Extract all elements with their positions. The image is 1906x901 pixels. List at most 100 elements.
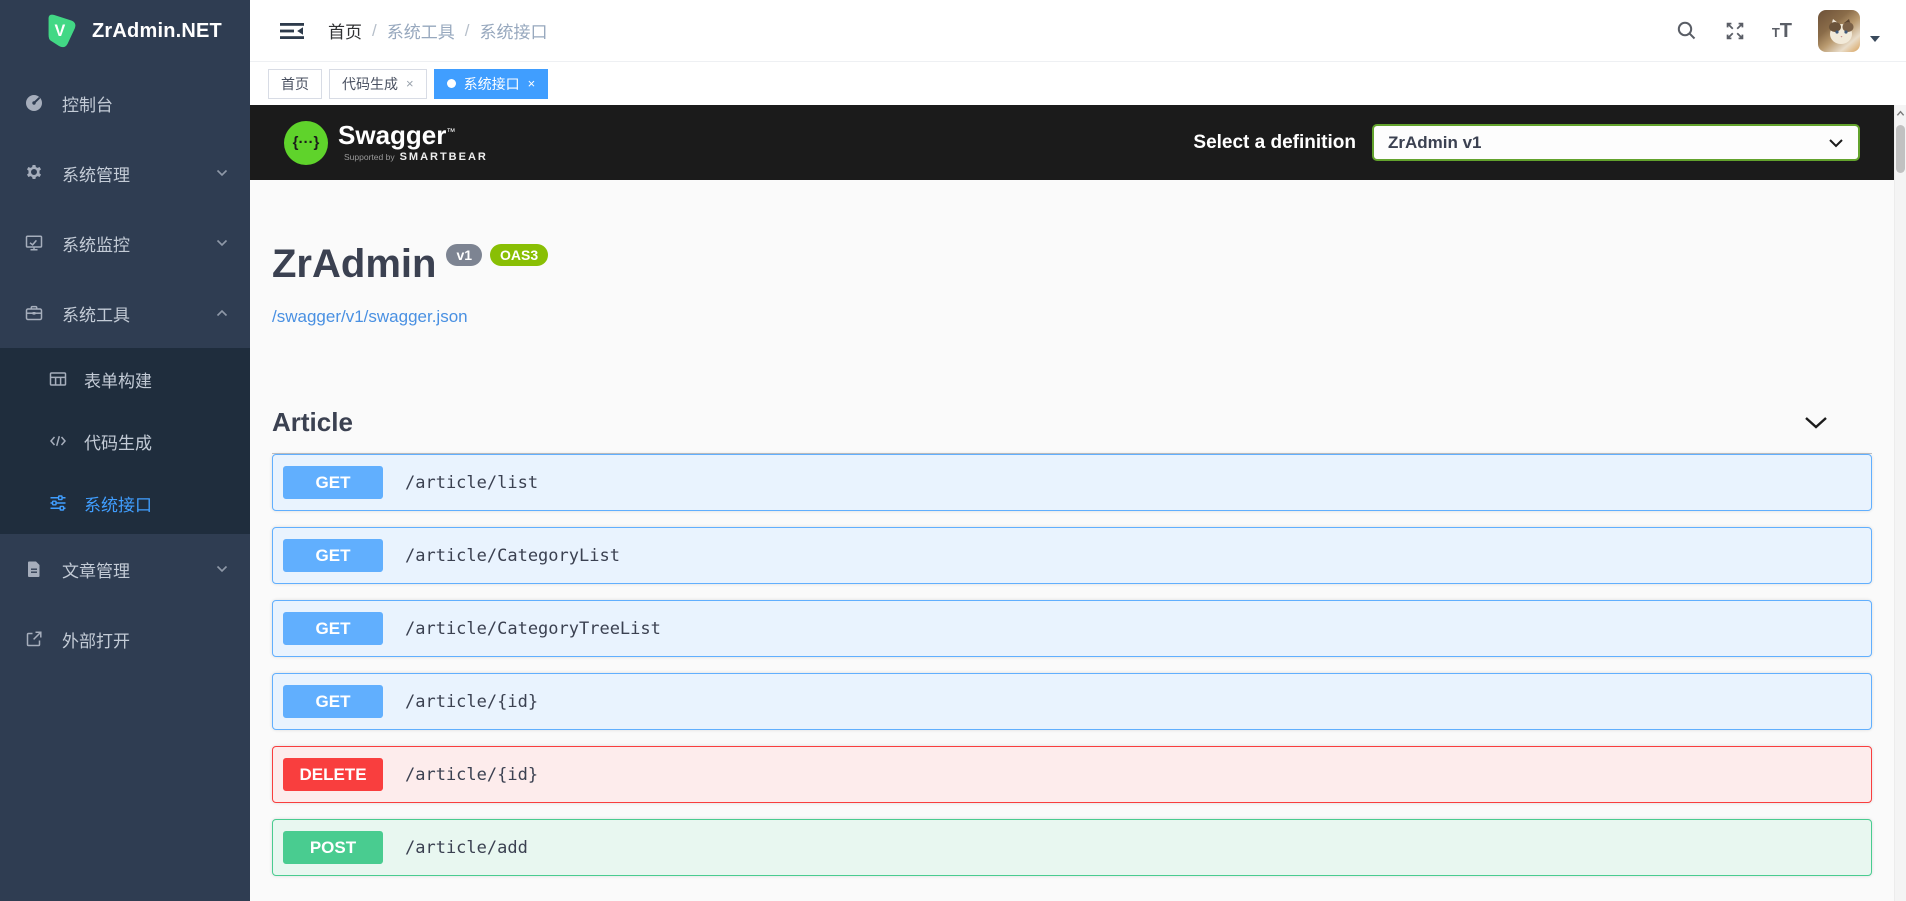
breadcrumb: 首页 / 系统工具 / 系统接口 bbox=[328, 18, 547, 43]
chevron-down-icon bbox=[216, 239, 228, 247]
endpoint-path: /article/{id} bbox=[405, 764, 539, 785]
breadcrumb-home[interactable]: 首页 bbox=[328, 18, 362, 43]
endpoint-row[interactable]: GET /article/{id} bbox=[272, 673, 1872, 730]
chevron-down-icon bbox=[1828, 138, 1844, 148]
fullscreen-icon[interactable] bbox=[1724, 20, 1746, 42]
sidebar-item-system-tools[interactable]: 系统工具 bbox=[0, 278, 250, 348]
app-logo[interactable]: V ZrAdmin.NET bbox=[0, 0, 250, 62]
sidebar-item-label: 系统接口 bbox=[84, 495, 152, 515]
supported-by-label: Supported by bbox=[344, 152, 395, 162]
logo-icon: V bbox=[48, 14, 76, 48]
endpoint-path: /article/{id} bbox=[405, 691, 539, 712]
swagger-content: {···} Swagger™ Supported by SMARTBEAR Se… bbox=[250, 105, 1894, 901]
sidebar-item-label: 控制台 bbox=[62, 95, 113, 115]
api-section-header[interactable]: Article bbox=[272, 407, 1872, 454]
http-method-badge: GET bbox=[283, 466, 383, 499]
endpoint-path: /article/add bbox=[405, 837, 528, 858]
section-collapse-chevron-icon[interactable] bbox=[1804, 416, 1828, 429]
sidebar-item-system-manage[interactable]: 系统管理 bbox=[0, 138, 250, 208]
sidebar-collapse-icon[interactable] bbox=[280, 21, 304, 41]
sidebar-item-article-manage[interactable]: 文章管理 bbox=[0, 534, 250, 604]
tab-close-icon[interactable]: × bbox=[528, 76, 536, 91]
dashboard-icon bbox=[26, 95, 42, 111]
monitor-icon bbox=[25, 235, 43, 251]
tab-label: 首页 bbox=[281, 75, 309, 92]
top-navbar: 首页 / 系统工具 / 系统接口 TT bbox=[250, 0, 1906, 62]
external-link-icon bbox=[26, 631, 42, 647]
endpoint-row[interactable]: GET /article/CategoryList bbox=[272, 527, 1872, 584]
swagger-logo-icon: {···} bbox=[284, 120, 328, 165]
smartbear-label: SMARTBEAR bbox=[399, 151, 488, 163]
chevron-down-icon bbox=[216, 169, 228, 177]
tab-close-icon[interactable]: × bbox=[406, 76, 414, 91]
http-method-badge: GET bbox=[283, 612, 383, 645]
scrollbar-track[interactable] bbox=[1894, 105, 1906, 901]
sidebar-item-dashboard[interactable]: 控制台 bbox=[0, 68, 250, 138]
oas3-badge: OAS3 bbox=[490, 244, 549, 266]
breadcrumb-level3: 系统接口 bbox=[479, 23, 548, 42]
swagger-logo-text: Swagger™ bbox=[338, 120, 456, 150]
document-icon bbox=[28, 561, 40, 577]
swagger-topbar: {···} Swagger™ Supported by SMARTBEAR Se… bbox=[250, 105, 1894, 180]
sidebar-item-system-api[interactable]: 系统接口 bbox=[0, 472, 250, 534]
toolbox-icon bbox=[25, 305, 43, 321]
definition-select[interactable]: ZrAdmin v1 bbox=[1372, 124, 1860, 161]
tab-system-api[interactable]: 系统接口 × bbox=[433, 68, 549, 99]
sidebar-item-label: 外部打开 bbox=[62, 631, 130, 651]
http-method-badge: POST bbox=[283, 831, 383, 864]
sidebar-item-label: 文章管理 bbox=[62, 561, 130, 581]
app-title: ZrAdmin.NET bbox=[92, 19, 222, 42]
scrollbar-up-arrow-icon[interactable] bbox=[1896, 109, 1905, 118]
sidebar-submenu-tools: 表单构建 代码生成 系统接口 bbox=[0, 348, 250, 534]
sidebar-item-code-generator[interactable]: 代码生成 bbox=[0, 410, 250, 472]
sidebar-item-system-monitor[interactable]: 系统监控 bbox=[0, 208, 250, 278]
http-method-badge: GET bbox=[283, 685, 383, 718]
sidebar-item-external-open[interactable]: 外部打开 bbox=[0, 604, 250, 674]
tab-home[interactable]: 首页 bbox=[268, 68, 322, 99]
endpoint-path: /article/CategoryTreeList bbox=[405, 618, 661, 639]
user-menu-caret-icon[interactable] bbox=[1870, 35, 1880, 42]
definition-selector-group: Select a definition ZrAdmin v1 bbox=[1193, 124, 1860, 161]
chevron-down-icon bbox=[216, 565, 228, 573]
endpoint-row[interactable]: POST /article/add bbox=[272, 819, 1872, 876]
sidebar-item-form-builder[interactable]: 表单构建 bbox=[0, 348, 250, 410]
code-icon bbox=[50, 436, 66, 446]
endpoint-row[interactable]: GET /article/CategoryTreeList bbox=[272, 600, 1872, 657]
sidebar-item-label: 系统工具 bbox=[62, 305, 130, 325]
version-badge: v1 bbox=[446, 244, 483, 266]
tab-label: 系统接口 bbox=[463, 75, 520, 92]
swagger-logo: {···} Swagger™ Supported by SMARTBEAR bbox=[284, 120, 488, 165]
breadcrumb-separator: / bbox=[372, 20, 377, 40]
sidebar: V ZrAdmin.NET 控制台 系统管理 系统监控 系统工具 表单构建 代码… bbox=[0, 0, 250, 901]
tab-label: 代码生成 bbox=[342, 75, 398, 92]
select-definition-label: Select a definition bbox=[1193, 131, 1356, 153]
sidebar-menu: 控制台 系统管理 系统监控 系统工具 表单构建 代码生成 系统接口 文章管理 外… bbox=[0, 62, 250, 674]
tag-view-bar: 首页 代码生成 × 系统接口 × bbox=[250, 62, 1906, 105]
swagger-ui: {···} Swagger™ Supported by SMARTBEAR Se… bbox=[250, 105, 1906, 901]
swagger-body: ZrAdmin v1 OAS3 /swagger/v1/swagger.json… bbox=[272, 242, 1872, 876]
svg-text:V: V bbox=[55, 22, 66, 40]
endpoint-row[interactable]: GET /article/list bbox=[272, 454, 1872, 511]
api-info: ZrAdmin v1 OAS3 /swagger/v1/swagger.json bbox=[272, 242, 1872, 327]
font-size-icon[interactable]: TT bbox=[1772, 21, 1792, 41]
endpoint-row[interactable]: DELETE /article/{id} bbox=[272, 746, 1872, 803]
sidebar-item-label: 系统监控 bbox=[62, 235, 130, 255]
http-method-badge: GET bbox=[283, 539, 383, 572]
api-title-row: ZrAdmin v1 OAS3 bbox=[272, 242, 1872, 287]
endpoint-path: /article/list bbox=[405, 472, 539, 493]
definition-select-value: ZrAdmin v1 bbox=[1388, 132, 1482, 152]
sidebar-item-label: 表单构建 bbox=[84, 371, 152, 391]
search-icon[interactable] bbox=[1676, 20, 1698, 42]
tab-code-generator[interactable]: 代码生成 × bbox=[329, 68, 427, 99]
sliders-icon bbox=[50, 495, 66, 511]
app-root: V ZrAdmin.NET 控制台 系统管理 系统监控 系统工具 表单构建 代码… bbox=[0, 0, 1906, 901]
scrollbar-thumb[interactable] bbox=[1896, 125, 1905, 173]
http-method-badge: DELETE bbox=[283, 758, 383, 791]
main-area: 首页 / 系统工具 / 系统接口 TT 首页 代码生成 × 系统接口 × {··… bbox=[250, 0, 1906, 901]
breadcrumb-separator: / bbox=[464, 20, 470, 40]
navbar-actions: TT bbox=[1676, 9, 1880, 52]
sidebar-item-label: 代码生成 bbox=[84, 433, 152, 453]
spec-json-link[interactable]: /swagger/v1/swagger.json bbox=[272, 307, 468, 327]
chevron-up-icon bbox=[216, 309, 228, 317]
user-avatar[interactable] bbox=[1818, 9, 1860, 52]
